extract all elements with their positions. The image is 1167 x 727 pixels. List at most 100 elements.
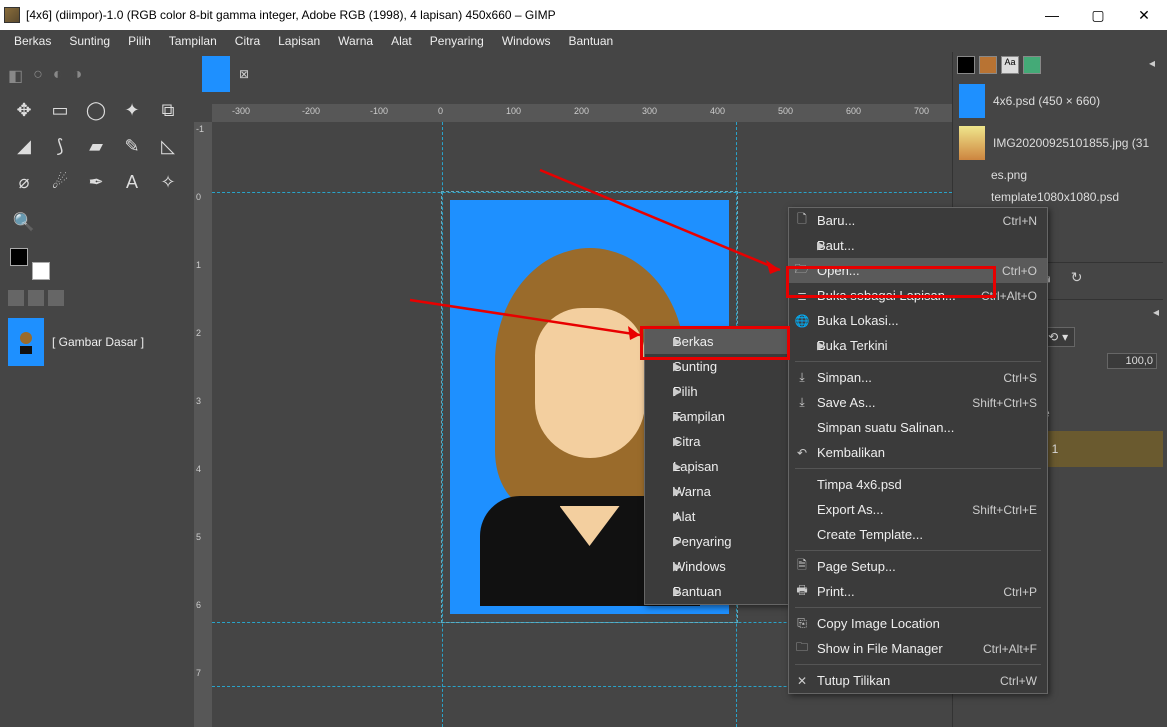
file-print[interactable]: 🖶Print...Ctrl+P	[789, 579, 1047, 604]
ctx-sunting[interactable]: Sunting▶	[645, 354, 805, 379]
expand-icon[interactable]: ◂	[1153, 305, 1159, 319]
file-export-as[interactable]: Export As...Shift+Ctrl+E	[789, 497, 1047, 522]
menubar: Berkas Sunting Pilih Tampilan Citra Lapi…	[0, 30, 1167, 52]
maximize-button[interactable]: ▢	[1075, 0, 1121, 30]
menu-lapisan[interactable]: Lapisan	[270, 32, 328, 50]
file-new[interactable]: 🗋Baru...Ctrl+N	[789, 208, 1047, 233]
ctx-tampilan[interactable]: Tampilan▶	[645, 404, 805, 429]
file-save-copy[interactable]: Simpan suatu Salinan...	[789, 415, 1047, 440]
toolbox: ✥ ▭ ◯ ✦ ⧉ ◢ ⟆ ▰ ✎ ◺ ⌀ ☄ ✒ A ✧	[0, 90, 190, 202]
ruler-horizontal[interactable]: -300-200-1000100200300400500600700	[212, 104, 952, 122]
ctx-warna[interactable]: Warna▶	[645, 479, 805, 504]
file-overwrite[interactable]: Timpa 4x6.psd	[789, 472, 1047, 497]
menu-tampilan[interactable]: Tampilan	[161, 32, 225, 50]
file-save-as[interactable]: ⤓Save As...Shift+Ctrl+S	[789, 390, 1047, 415]
fg-color[interactable]	[10, 248, 28, 266]
window-title: [4x6] (diimpor)-1.0 (RGB color 8-bit gam…	[26, 8, 1029, 22]
file-open-as-layers[interactable]: ≣Buka sebagai Lapisan...Ctrl+Alt+O	[789, 283, 1047, 308]
ctx-alat[interactable]: Alat▶	[645, 504, 805, 529]
ctx-pilih[interactable]: Pilih▶	[645, 379, 805, 404]
ctx-citra[interactable]: Citra▶	[645, 429, 805, 454]
ruler-vertical[interactable]: -101234567	[194, 122, 212, 727]
menu-sunting[interactable]: Sunting	[61, 32, 118, 50]
smudge-tool[interactable]: ☄	[44, 166, 76, 198]
context-menu-main: Berkas▶ Sunting▶ Pilih▶ Tampilan▶ Citra▶…	[644, 328, 789, 605]
menu-warna[interactable]: Warna	[330, 32, 381, 50]
file-open[interactable]: 🗁Open...Ctrl+O	[789, 258, 1047, 283]
color-swatch[interactable]	[10, 248, 50, 280]
tab-close-icon[interactable]: ⊠	[236, 66, 252, 82]
crop-tool[interactable]: ⧉	[152, 94, 184, 126]
file-create-template[interactable]: Create Template...	[789, 522, 1047, 547]
expand-icon[interactable]: ◂	[1149, 56, 1163, 74]
base-layer-row[interactable]: [ Gambar Dasar ]	[8, 318, 182, 366]
print-icon: 🖶	[795, 585, 809, 599]
file-baut[interactable]: Baut...▶	[789, 233, 1047, 258]
tab-icon[interactable]	[28, 290, 44, 306]
tab-icon[interactable]	[1023, 56, 1041, 74]
menu-citra[interactable]: Citra	[227, 32, 268, 50]
separator	[795, 361, 1041, 362]
file-page-setup[interactable]: 🗎Page Setup...	[789, 554, 1047, 579]
lasso-tool[interactable]: ◯	[80, 94, 112, 126]
ctx-lapisan[interactable]: Lapisan▶	[645, 454, 805, 479]
measure-tool[interactable]: ✧	[152, 166, 184, 198]
file-open-recent[interactable]: Buka Terkini▶	[789, 333, 1047, 358]
menu-berkas[interactable]: Berkas	[6, 32, 59, 50]
opacity-input[interactable]	[1107, 353, 1157, 369]
ctx-windows[interactable]: Windows▶	[645, 554, 805, 579]
menu-penyaring[interactable]: Penyaring	[422, 32, 492, 50]
select-rect-tool[interactable]: ▭	[44, 94, 76, 126]
toolbox-tab-icon[interactable]: ◐	[53, 66, 63, 86]
tab-icon[interactable]: Aa	[1001, 56, 1019, 74]
document-row[interactable]: IMG20200925101855.jpg (31	[957, 122, 1163, 164]
image-tab[interactable]: ⊠	[202, 56, 252, 92]
saveas-icon: ⤓	[795, 396, 809, 410]
menu-pilih[interactable]: Pilih	[120, 32, 159, 50]
ctx-berkas[interactable]: Berkas▶	[645, 329, 805, 354]
text-tool[interactable]: A	[116, 166, 148, 198]
tab-icon[interactable]	[979, 56, 997, 74]
clone-tool[interactable]: ⌀	[8, 166, 40, 198]
move-tool[interactable]: ✥	[8, 94, 40, 126]
file-show-in-manager[interactable]: 🗀Show in File ManagerCtrl+Alt+F	[789, 636, 1047, 661]
path-tool[interactable]: ✒	[80, 166, 112, 198]
bucket-tool[interactable]: ▰	[80, 130, 112, 162]
ctx-penyaring[interactable]: Penyaring▶	[645, 529, 805, 554]
documents-list: 4x6.psd (450 × 660) IMG20200925101855.jp…	[957, 80, 1163, 208]
tab-icon[interactable]	[48, 290, 64, 306]
save-icon: ⤓	[795, 371, 809, 385]
refresh-icon[interactable]: ↻	[1071, 269, 1083, 293]
toolbox-tab-icon[interactable]: ○	[33, 66, 43, 86]
file-revert[interactable]: ↶Kembalikan	[789, 440, 1047, 465]
tab-icon[interactable]	[8, 290, 24, 306]
bg-color[interactable]	[32, 262, 50, 280]
separator	[795, 550, 1041, 551]
document-row[interactable]: es.png	[957, 164, 1163, 186]
document-row[interactable]: template1080x1080.psd	[957, 186, 1163, 208]
file-save[interactable]: ⤓Simpan...Ctrl+S	[789, 365, 1047, 390]
warp-tool[interactable]: ⟆	[44, 130, 76, 162]
transform-tool[interactable]: ◢	[8, 130, 40, 162]
eraser-tool[interactable]: ◺	[152, 130, 184, 162]
toolbox-tab-icon[interactable]: ◑	[72, 66, 82, 86]
brush-tool[interactable]: ✎	[116, 130, 148, 162]
menu-alat[interactable]: Alat	[383, 32, 420, 50]
zoom-tool[interactable]: 🔍	[8, 206, 40, 238]
toolbox-tab-icon[interactable]: ◧	[8, 66, 23, 86]
close-button[interactable]: ✕	[1121, 0, 1167, 30]
file-copy-location[interactable]: ⎘Copy Image Location	[789, 611, 1047, 636]
open-icon: 🗁	[795, 264, 809, 278]
document-row[interactable]: 4x6.psd (450 × 660)	[957, 80, 1163, 122]
minimize-button[interactable]: —	[1029, 0, 1075, 30]
tab-icon[interactable]	[957, 56, 975, 74]
menu-bantuan[interactable]: Bantuan	[561, 32, 622, 50]
separator	[795, 607, 1041, 608]
file-close-view[interactable]: ✕Tutup TilikanCtrl+W	[789, 668, 1047, 693]
wand-tool[interactable]: ✦	[116, 94, 148, 126]
menu-windows[interactable]: Windows	[494, 32, 559, 50]
ctx-bantuan[interactable]: Bantuan▶	[645, 579, 805, 604]
file-open-location[interactable]: 🌐Buka Lokasi...	[789, 308, 1047, 333]
new-icon: 🗋	[795, 214, 809, 228]
layers-icon: ≣	[795, 289, 809, 303]
